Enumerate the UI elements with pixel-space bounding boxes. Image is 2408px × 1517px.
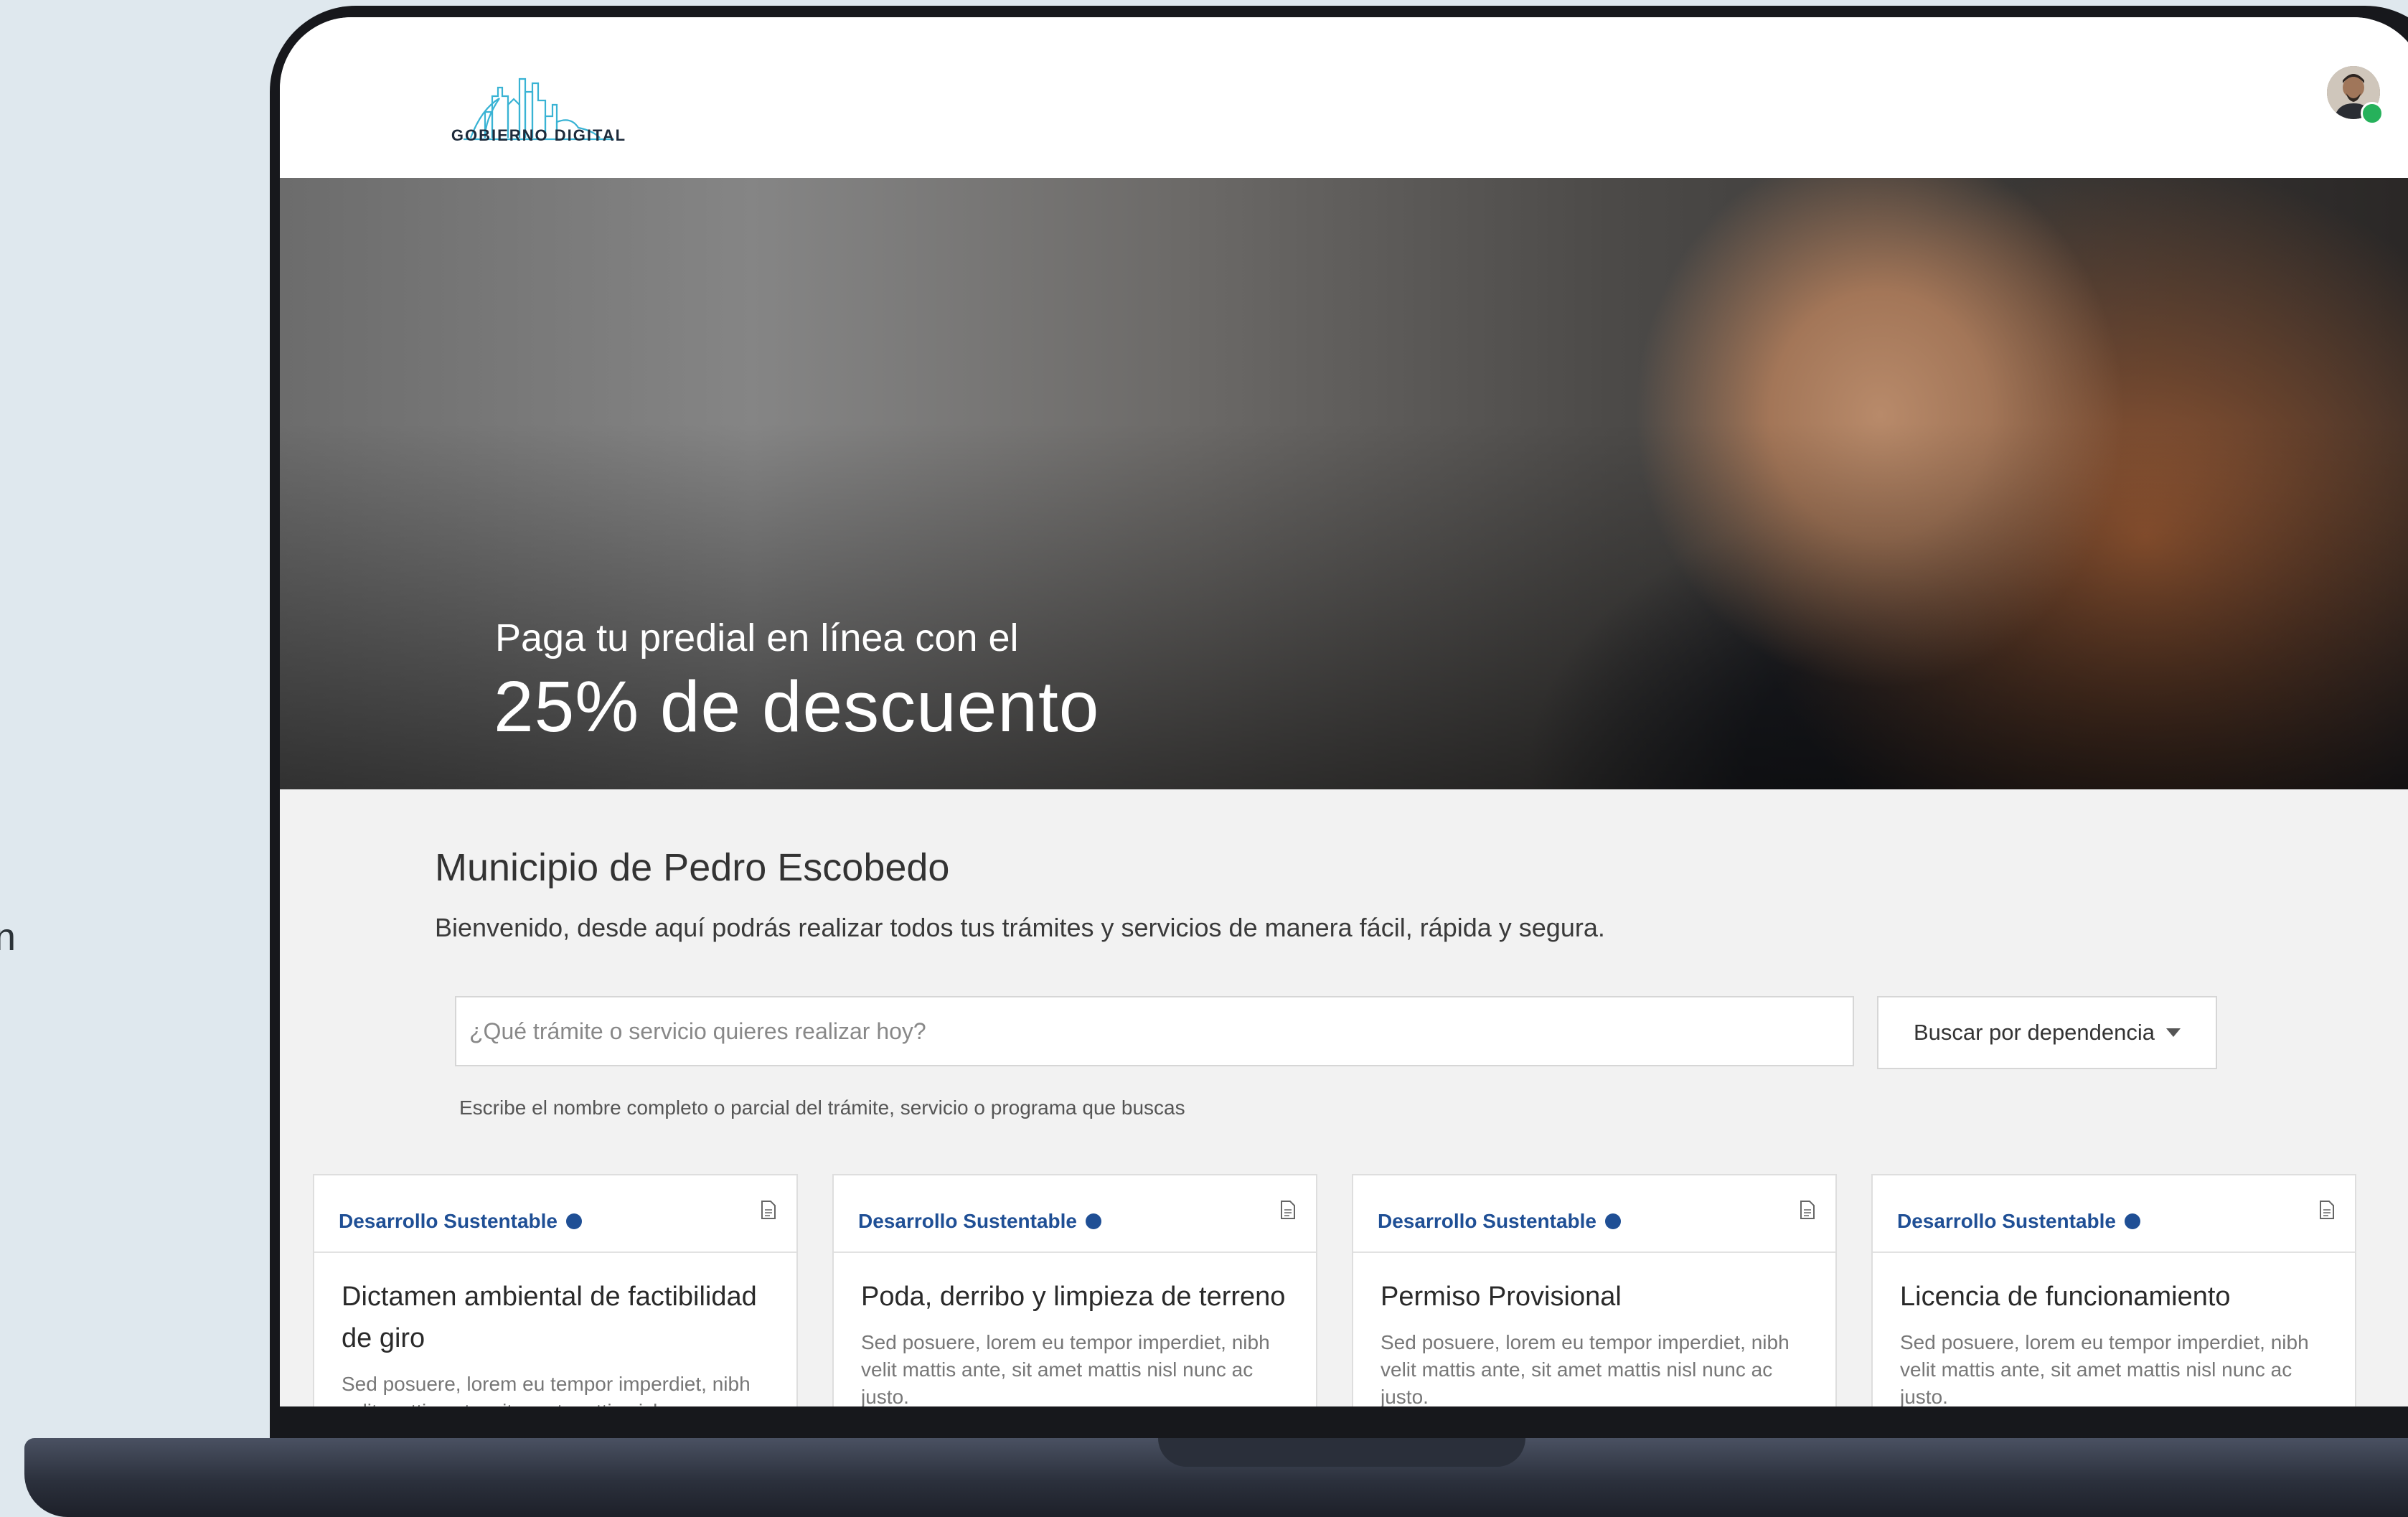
card-description: Sed posuere, lorem eu tempor imperdiet, … [1900, 1331, 2309, 1406]
document-icon[interactable] [2319, 1200, 2335, 1220]
card-category: Desarrollo Sustentable [1378, 1210, 1621, 1233]
card-title[interactable]: Dictamen ambiental de factibilidad de gi… [342, 1276, 786, 1359]
card-title[interactable]: Permiso Provisional [1381, 1276, 1825, 1318]
search-helper-text: Escribe el nombre completo o parcial del… [459, 1096, 1185, 1119]
card-category: Desarrollo Sustentable [339, 1210, 582, 1233]
page-description: Bienvenido, desde aquí podrás realizar t… [435, 913, 1605, 942]
card-category: Desarrollo Sustentable [858, 1210, 1101, 1233]
page-title: Municipio de Pedro Escobedo [435, 846, 950, 889]
document-icon[interactable] [1800, 1200, 1815, 1220]
card-category-label: Desarrollo Sustentable [1378, 1210, 1596, 1232]
card-category-label: Desarrollo Sustentable [858, 1210, 1077, 1232]
service-card[interactable]: Desarrollo Sustentable Dictamen ambienta… [313, 1174, 798, 1406]
dependency-dropdown-button[interactable]: Buscar por dependencia [1877, 996, 2217, 1069]
laptop-screen: GOBIERNO DIGITAL Paga tu predial en líne… [280, 17, 2408, 1406]
service-card[interactable]: Desarrollo Sustentable Permiso Provision… [1352, 1174, 1837, 1406]
site-header: GOBIERNO DIGITAL [280, 17, 2408, 178]
document-icon[interactable] [761, 1200, 776, 1220]
category-dot-icon [565, 1213, 582, 1229]
city-skyline-icon[interactable] [442, 59, 643, 166]
dependency-button-label: Buscar por dependencia [1913, 1020, 2155, 1045]
edge-text-fragment: n [0, 916, 17, 959]
hero-title: 25% de descuento [494, 667, 1100, 747]
document-icon[interactable] [1280, 1200, 1296, 1220]
caret-down-icon [2166, 1028, 2181, 1037]
logo-text: GOBIERNO DIGITAL [451, 126, 627, 144]
card-category-label: Desarrollo Sustentable [1897, 1210, 2116, 1232]
hero-banner: Paga tu predial en línea con el 25% de d… [280, 178, 2408, 789]
card-category-label: Desarrollo Sustentable [339, 1210, 558, 1232]
hero-subtitle: Paga tu predial en línea con el [495, 616, 1019, 659]
category-dot-icon [1604, 1213, 1621, 1229]
service-card[interactable]: Desarrollo Sustentable Licencia de funci… [1871, 1174, 2356, 1406]
category-dot-icon [2124, 1213, 2140, 1229]
card-description: Sed posuere, lorem eu tempor imperdiet, … [861, 1331, 1270, 1406]
category-dot-icon [1085, 1213, 1101, 1229]
service-card[interactable]: Desarrollo Sustentable Poda, derribo y l… [832, 1174, 1317, 1406]
search-input[interactable] [455, 996, 1854, 1066]
card-description: Sed posuere, lorem eu tempor imperdiet, … [1381, 1331, 1789, 1406]
card-description: Sed posuere, lorem eu tempor imperdiet, … [342, 1373, 751, 1406]
card-header: Desarrollo Sustentable [314, 1175, 796, 1253]
card-header: Desarrollo Sustentable [1873, 1175, 2355, 1253]
card-header: Desarrollo Sustentable [834, 1175, 1316, 1253]
card-header: Desarrollo Sustentable [1353, 1175, 1835, 1253]
card-title[interactable]: Licencia de funcionamiento [1900, 1276, 2345, 1318]
card-category: Desarrollo Sustentable [1897, 1210, 2140, 1233]
online-status-indicator [2361, 102, 2384, 125]
card-title[interactable]: Poda, derribo y limpieza de terreno [861, 1276, 1306, 1318]
laptop-notch [1158, 1438, 1525, 1467]
